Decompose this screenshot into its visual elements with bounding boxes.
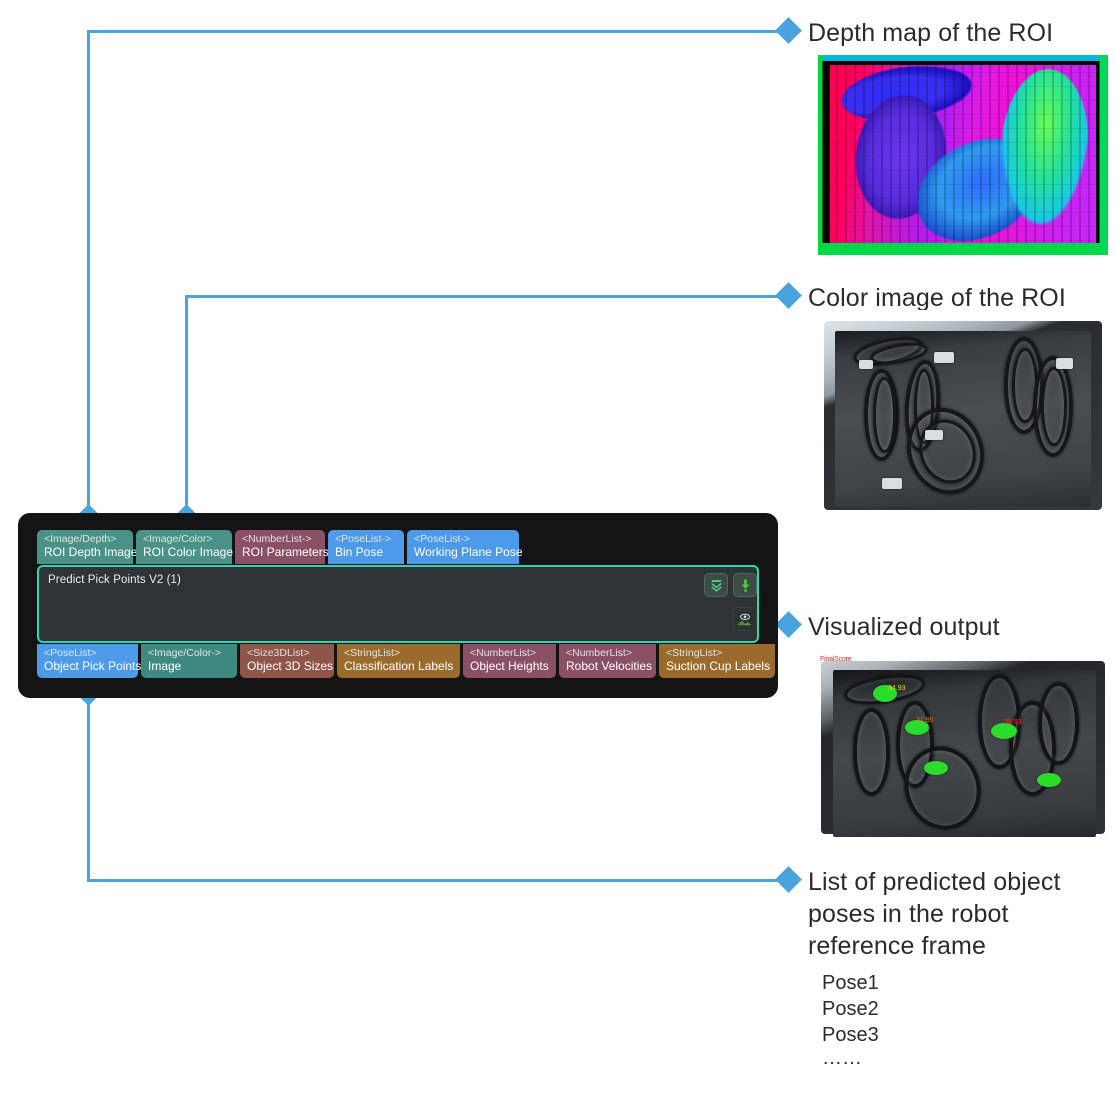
port-name: Working Plane Pose [414,544,523,559]
node-output-ports: <PoseList> Object Pick Points <Image/Col… [37,644,775,679]
annotation-visualized-output: Visualized output [808,613,1000,641]
input-port-roi-color-image[interactable]: <Image/Color> ROI Color Image [136,530,234,565]
port-type: <StringList> [666,647,723,659]
port-type: <PoseList-> [335,533,392,545]
connector-depth-vertical [87,30,90,517]
image-preview-icon [737,611,753,627]
port-type: <NumberList> [470,647,536,659]
port-name: ROI Parameters [242,544,329,559]
port-name: Object 3D Sizes [247,658,334,673]
node-title: Predict Pick Points V2 (1) [48,574,181,586]
input-port-working-plane-pose[interactable]: <PoseList-> Working Plane Pose [407,530,523,565]
annotation-pose-list: List of predicted object poses in the ro… [808,868,1061,960]
connector-visual-marker-label [775,611,802,638]
port-type: <NumberList-> [242,533,312,545]
port-name: Object Heights [470,658,549,673]
port-name: Suction Cup Labels [666,658,771,673]
annotation-depth-map: Depth map of the ROI [808,19,1054,47]
depth-map-thumbnail [818,55,1108,255]
output-port-suction-cup-labels[interactable]: <StringList> Suction Cup Labels [659,644,775,679]
port-type: <StringList> [344,647,401,659]
connector-color-marker-label [775,282,802,309]
pick-point-marker [924,761,948,775]
pin-button[interactable] [733,573,757,597]
final-score-label: FinalScore [820,656,852,663]
output-port-image[interactable]: <Image/Color-> Image [141,644,237,679]
connector-color-vertical [185,295,188,517]
double-chevron-down-icon [710,579,722,592]
port-name: Image [148,658,182,673]
port-name: ROI Depth Image [44,544,138,559]
port-name: Object Pick Points [44,658,142,673]
port-type: <Image/Color> [143,533,213,545]
port-type: <PoseList-> [414,533,471,545]
port-type: <Image/Depth> [44,533,117,545]
visualize-button[interactable] [733,607,757,631]
pick-point-score-2: 31.95 [916,717,934,724]
connector-poses-vertical [87,692,90,882]
input-port-roi-depth-image[interactable]: <Image/Depth> ROI Depth Image [37,530,138,565]
output-port-robot-velocities[interactable]: <NumberList> Robot Velocities [559,644,656,679]
pick-point-score-3: 38.93 [1004,719,1022,726]
connector-color-horizontal [185,295,786,298]
node-body[interactable]: Predict Pick Points V2 (1) [37,565,759,643]
output-port-classification-labels[interactable]: <StringList> Classification Labels [337,644,460,679]
port-type: <NumberList> [566,647,632,659]
color-image-thumbnail [818,310,1108,520]
connector-poses-horizontal [87,879,786,882]
port-name: ROI Color Image [143,544,234,559]
port-name: Bin Pose [335,544,384,559]
pose-item-ellipsis: …… [822,1047,862,1069]
connector-depth-horizontal [87,30,786,33]
port-type: <Image/Color-> [148,647,221,659]
output-port-object-heights[interactable]: <NumberList> Object Heights [463,644,556,679]
output-port-object-pick-points[interactable]: <PoseList> Object Pick Points [37,644,142,679]
pose-item-2: Pose2 [822,998,879,1020]
diagram-canvas: Depth map of the ROI Color image of the … [0,0,1116,1106]
output-port-object-3d-sizes[interactable]: <Size3DList> Object 3D Sizes [240,644,334,679]
arrow-down-pin-icon [740,579,750,592]
pick-point-score-1: 34.93 [888,685,906,692]
pick-point-marker [1037,773,1061,787]
port-name: Robot Velocities [566,658,653,673]
pose-item-1: Pose1 [822,972,879,994]
port-type: <PoseList> [44,647,97,659]
input-port-roi-parameters[interactable]: <NumberList-> ROI Parameters [235,530,329,565]
connector-depth-marker-label [775,17,802,44]
node-input-ports: <Image/Depth> ROI Depth Image <Image/Col… [37,530,523,565]
pipeline-node[interactable]: <Image/Depth> ROI Depth Image <Image/Col… [18,513,778,698]
connector-poses-marker-label [775,866,802,893]
port-name: Classification Labels [344,658,454,673]
visualized-output-thumbnail: FinalScore 34.93 31.95 38.93 [818,655,1108,845]
port-type: <Size3DList> [247,647,310,659]
collapse-button[interactable] [704,573,728,597]
input-port-bin-pose[interactable]: <PoseList-> Bin Pose [328,530,404,565]
